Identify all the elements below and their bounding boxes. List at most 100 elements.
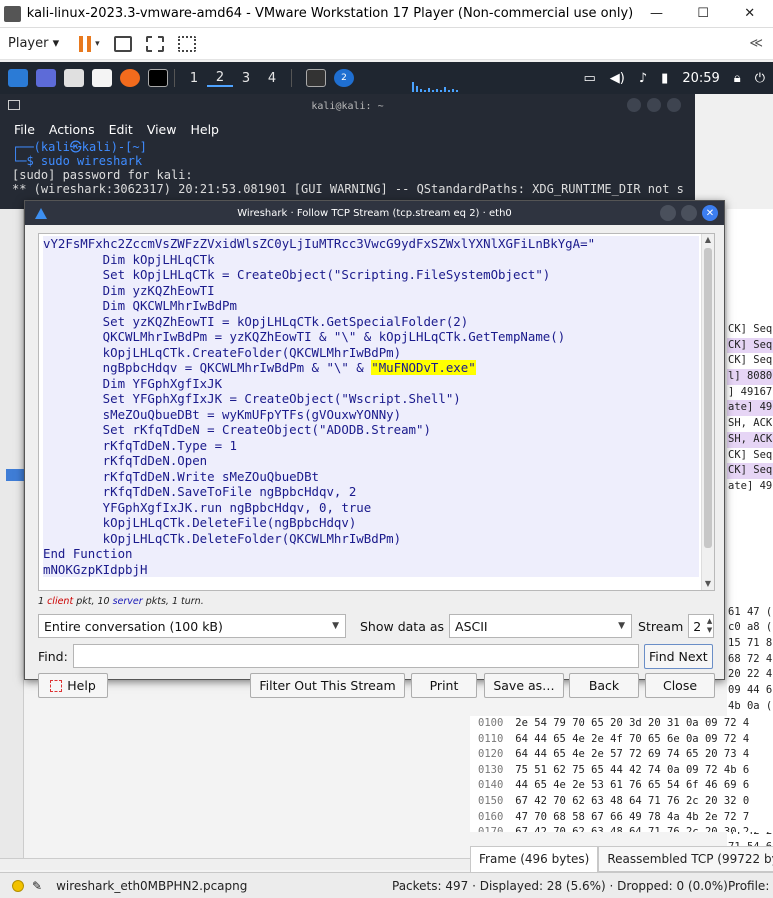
cpu-graph — [412, 76, 458, 92]
packet-row-partial[interactable]: ] 49167 — [727, 385, 773, 401]
firefox-icon[interactable] — [120, 69, 140, 87]
stream-scrollbar[interactable]: ▲ ▼ — [701, 234, 714, 590]
packet-row-partial[interactable]: ate] 49 — [727, 479, 773, 495]
send-ctrl-alt-del-icon[interactable] — [113, 35, 132, 52]
lock-icon[interactable]: 🔒︎ — [734, 71, 741, 86]
tab-frame[interactable]: Frame (496 bytes) — [470, 846, 599, 872]
expert-info-icon[interactable] — [12, 879, 24, 892]
desktop-icon[interactable] — [36, 69, 56, 87]
hex-row[interactable]: 0120 64 44 65 4e 2e 57 72 69 74 65 20 73 … — [470, 747, 773, 763]
hex-bytes: 64 44 65 4e 2e 57 72 69 74 65 20 73 4 — [515, 748, 750, 761]
term-menu-actions[interactable]: Actions — [49, 122, 95, 137]
hex-row[interactable]: 0160 47 70 68 58 67 66 49 78 4a 4b 2e 72 … — [470, 810, 773, 826]
help-button[interactable]: Help — [38, 673, 108, 698]
packet-row-partial[interactable]: ate] 49 — [727, 400, 773, 417]
kali-menu-icon[interactable] — [8, 69, 28, 87]
terminal-minimize-button[interactable] — [627, 98, 641, 112]
notification-bell-icon[interactable]: ♪ — [639, 71, 647, 86]
stream-line: Dim kOpjLHLqCTk — [43, 251, 699, 267]
hex-row[interactable]: 0110 64 44 65 4e 2e 4f 70 65 6e 0a 09 72 … — [470, 732, 773, 748]
packet-row-partial[interactable]: CK] Seq — [727, 448, 773, 464]
maximize-button[interactable]: ☐ — [680, 0, 727, 28]
file-manager-icon[interactable] — [64, 69, 84, 87]
term-menu-file[interactable]: File — [14, 122, 35, 137]
stream-content[interactable]: vY2FsMFxhc2ZccmVsZWFzZVxidWlsZC0yLjIuMTR… — [38, 233, 715, 591]
term-menu-help[interactable]: Help — [190, 122, 219, 137]
back-button[interactable]: Back — [569, 673, 639, 698]
hex-offset: 0170 — [478, 826, 503, 832]
stream-line: sMeZOuQbueDBt = wyKmUFpYTFs(gVOuxwYONNy) — [43, 406, 699, 422]
stream-line: YFGphXgfIxJK.run ngBpbcHdqv, 0, true — [43, 499, 699, 515]
pause-dropdown-icon[interactable]: ▾ — [95, 39, 100, 49]
terminal-icon — [8, 100, 20, 110]
packet-row-partial[interactable]: SH, ACK — [727, 416, 773, 432]
edit-comment-icon[interactable]: ✎ — [32, 879, 42, 893]
tab-reassembled[interactable]: Reassembled TCP (99722 by — [598, 846, 773, 872]
full-screen-icon[interactable] — [145, 35, 164, 52]
player-menu[interactable]: Player ▾ — [8, 36, 59, 51]
scroll-down-icon[interactable]: ▼ — [702, 578, 714, 590]
find-next-button[interactable]: Find Next — [643, 643, 713, 669]
stream-number-spinbox[interactable]: 2 ▲ ▼ — [688, 614, 715, 638]
terminal-window: kali@kali: ~ File Actions Edit View Help… — [0, 94, 695, 209]
dialog-close-button[interactable]: ✕ — [702, 205, 718, 221]
hex-row[interactable]: 0100 2e 54 79 70 65 20 3d 20 31 0a 09 72 … — [470, 716, 773, 732]
conversation-select[interactable]: Entire conversation (100 kB) ▼ — [38, 614, 346, 638]
save-as-button[interactable]: Save as… — [484, 673, 564, 698]
unity-icon[interactable] — [177, 35, 196, 52]
stream-line: kOpjLHLqCTk.DeleteFolder(QKCWLMhrIwBdPm) — [43, 530, 699, 546]
screen-icon[interactable]: ▭ — [583, 71, 595, 86]
hex-row[interactable]: 0140 44 65 4e 2e 53 61 76 65 54 6f 46 69 … — [470, 778, 773, 794]
dialog-minimize-button[interactable] — [660, 205, 676, 221]
workspace-2[interactable]: 2 — [207, 70, 233, 87]
find-input[interactable] — [72, 644, 639, 668]
close-button[interactable]: Close — [645, 673, 715, 698]
filter-out-stream-button[interactable]: Filter Out This Stream — [250, 673, 405, 698]
dialog-title: Wireshark · Follow TCP Stream (tcp.strea… — [237, 207, 512, 219]
term-menu-edit[interactable]: Edit — [109, 122, 133, 137]
power-icon[interactable]: ⏻ — [755, 71, 765, 86]
print-button[interactable]: Print — [411, 673, 477, 698]
hex-row[interactable]: 0130 75 51 62 75 65 44 42 74 0a 09 72 4b … — [470, 763, 773, 779]
packet-row-partial[interactable]: CK] Seq — [727, 463, 773, 479]
back-to-library-icon[interactable]: ≪ — [749, 36, 763, 51]
text-editor-icon[interactable] — [92, 69, 112, 87]
stream-line: kOpjLHLqCTk.DeleteFile(ngBpbcHdqv) — [43, 515, 699, 531]
close-window-button[interactable]: ✕ — [726, 0, 773, 28]
hex-row[interactable]: 0170 67 42 70 62 63 48 64 71 76 2c 20 30 … — [470, 825, 773, 832]
packet-row-partial[interactable]: CK] Seq — [727, 322, 773, 338]
terminal-window-icon[interactable] — [306, 69, 326, 87]
workspace-3[interactable]: 3 — [233, 71, 259, 86]
packet-row-partial[interactable]: CK] Seq — [727, 337, 773, 354]
packet-row-partial[interactable]: l] 8080 — [727, 369, 773, 385]
term-menu-view[interactable]: View — [147, 122, 177, 137]
profile-label[interactable]: Profile: — [728, 879, 769, 893]
hex-bytes: 2e 54 79 70 65 20 3d 20 31 0a 09 72 4 — [515, 717, 750, 729]
packet-row-partial[interactable]: CK] Seq — [727, 353, 773, 369]
terminal-launcher-icon[interactable] — [148, 69, 168, 87]
stream-line: QKCWLMhrIwBdPm = yzKQZhEowTI & "\" & kOp… — [43, 329, 699, 345]
hex-offset: 0160 — [478, 810, 504, 823]
horizontal-scrollbar[interactable] — [0, 858, 470, 870]
battery-icon[interactable]: ▮ — [661, 71, 668, 86]
terminal-maximize-button[interactable] — [647, 98, 661, 112]
show-data-select[interactable]: ASCII ▼ — [449, 614, 633, 638]
clock[interactable]: 20:59 — [682, 71, 719, 86]
volume-icon[interactable]: ◀) — [610, 71, 625, 86]
terminal-close-button[interactable] — [667, 98, 681, 112]
status-bar: ✎ wireshark_eth0MBPHN2.pcapng Packets: 4… — [0, 872, 773, 898]
pause-icon[interactable] — [79, 35, 92, 52]
dialog-maximize-button[interactable] — [681, 205, 697, 221]
terminal-warning-line: ** (wireshark:3062317) 20:21:53.081901 [… — [12, 182, 684, 196]
hex-row[interactable]: 0150 67 42 70 62 63 48 64 71 76 2c 20 32 … — [470, 794, 773, 810]
dialog-title-bar: Wireshark · Follow TCP Stream (tcp.strea… — [25, 201, 724, 225]
minimize-button[interactable]: — — [633, 0, 680, 28]
packet-row-partial[interactable]: SH, ACK — [727, 431, 773, 448]
scroll-thumb[interactable] — [704, 248, 712, 548]
wireshark-window-icon[interactable]: 2 — [334, 69, 354, 87]
workspace-1[interactable]: 1 — [181, 71, 207, 86]
workspace-4[interactable]: 4 — [259, 71, 285, 86]
hex-bytes: 47 70 68 58 67 66 49 78 4a 4b 2e 72 7 — [515, 810, 750, 823]
bytes-tabs: Frame (496 bytes) Reassembled TCP (99722… — [470, 846, 773, 872]
scroll-up-icon[interactable]: ▲ — [702, 234, 714, 246]
